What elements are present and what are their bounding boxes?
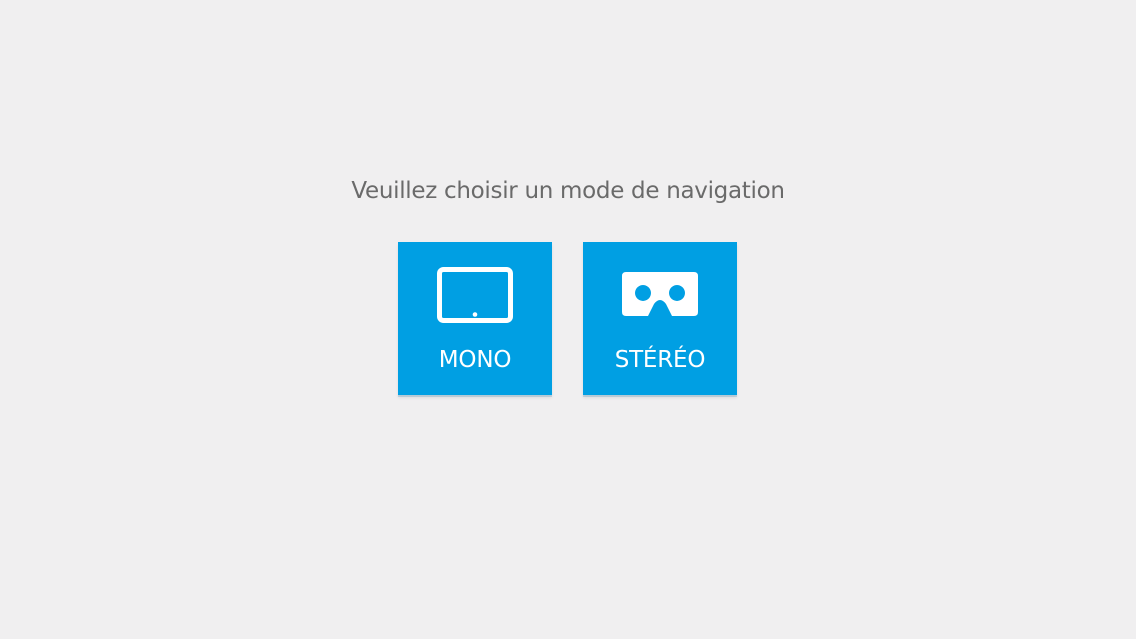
tablet-icon <box>398 266 552 324</box>
mono-mode-label: MONO <box>438 347 512 373</box>
stereo-mode-button[interactable]: STÉRÉO <box>583 242 737 395</box>
vr-headset-icon <box>583 266 737 324</box>
mode-prompt: Veuillez choisir un mode de navigation <box>351 178 785 204</box>
stereo-mode-label: STÉRÉO <box>614 347 706 373</box>
mono-mode-button[interactable]: MONO <box>398 242 552 395</box>
